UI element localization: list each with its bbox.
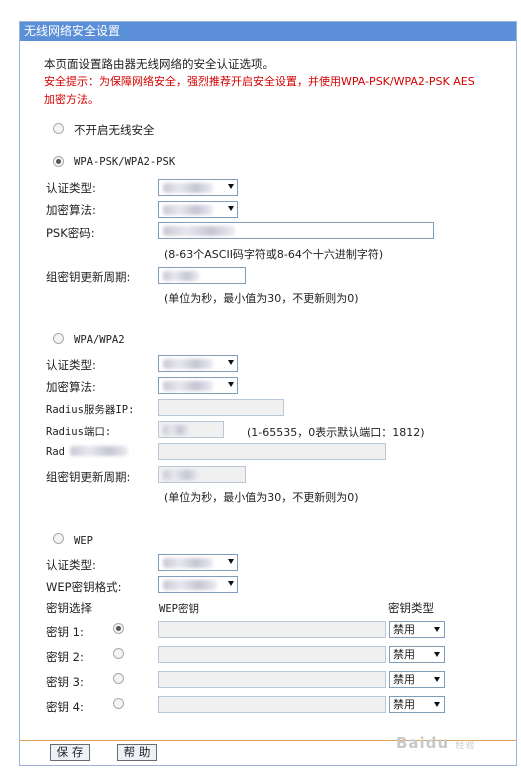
wep-key-3-type-select[interactable]: 禁用 xyxy=(389,671,445,688)
radius-port-input[interactable] xyxy=(158,421,224,438)
wep-format-select[interactable] xyxy=(158,576,238,593)
psk-password-input[interactable] xyxy=(158,222,434,239)
wpa-renew-input[interactable] xyxy=(158,466,246,483)
watermark-logo: Baidu 经验 xyxy=(396,734,475,752)
wep-key-2-input[interactable] xyxy=(158,646,386,663)
wep-key-4-input[interactable] xyxy=(158,696,386,713)
radius-port-hint: (1-65535，0表示默认端口：1812) xyxy=(247,426,425,439)
help-button[interactable]: 帮 助 xyxy=(117,744,157,761)
wpa-auth-select[interactable] xyxy=(158,355,238,372)
wpa-renew-label: 组密钥更新周期: xyxy=(46,470,131,484)
wpa-encrypt-label: 加密算法: xyxy=(46,380,96,394)
wep-key-4-type-select[interactable]: 禁用 xyxy=(389,696,445,713)
wpa-psk-renew-hint: (单位为秒，最小值为30，不更新则为0) xyxy=(164,292,359,305)
option-wep-label: WEP xyxy=(74,535,93,547)
wep-key-1-label: 密钥 1: xyxy=(46,625,84,639)
col-wep-key: WEP密钥 xyxy=(159,603,199,615)
option-wpa-psk-label: WPA-PSK/WPA2-PSK xyxy=(74,156,176,168)
wpa-auth-label: 认证类型: xyxy=(46,358,96,372)
radius-password-input[interactable] xyxy=(158,443,386,460)
wep-key-1-radio[interactable] xyxy=(113,623,124,634)
wpa-psk-renew-input[interactable] xyxy=(158,267,246,284)
option-wpa-label: WPA/WPA2 xyxy=(74,334,125,346)
wep-key-1-type-select[interactable]: 禁用 xyxy=(389,621,445,638)
wep-key-2-type-value: 禁用 xyxy=(393,648,415,661)
wep-key-4-label: 密钥 4: xyxy=(46,700,84,714)
security-warning-line2: 加密方法。 xyxy=(44,93,99,106)
psk-password-hint: (8-63个ASCII码字符或8-64个十六进制字符) xyxy=(164,248,384,261)
radio-wep[interactable] xyxy=(53,533,64,544)
page-description: 本页面设置路由器无线网络的安全认证选项。 xyxy=(44,57,274,71)
radius-ip-label: Radius服务器IP: xyxy=(46,404,135,416)
wpa-psk-encrypt-select[interactable] xyxy=(158,201,238,218)
watermark-sub: 经验 xyxy=(455,741,476,751)
wep-key-1-input[interactable] xyxy=(158,621,386,638)
wep-auth-select[interactable] xyxy=(158,554,238,571)
wireless-security-panel: 无线网络安全设置 本页面设置路由器无线网络的安全认证选项。 安全提示：为保障网络… xyxy=(19,21,517,766)
radio-wpa-psk[interactable] xyxy=(53,156,64,167)
wpa-encrypt-select[interactable] xyxy=(158,377,238,394)
save-button[interactable]: 保 存 xyxy=(50,744,90,761)
wep-key-1-type-value: 禁用 xyxy=(393,623,415,636)
radius-port-label: Radius端口: xyxy=(46,426,112,438)
window-title: 无线网络安全设置 xyxy=(20,22,516,41)
wep-key-4-radio[interactable] xyxy=(113,698,124,709)
wep-key-2-type-select[interactable]: 禁用 xyxy=(389,646,445,663)
psk-password-label: PSK密码: xyxy=(46,226,95,240)
watermark-brand: Bai xyxy=(396,734,426,752)
option-no-security-label: 不开启无线安全 xyxy=(74,123,155,137)
wpa-psk-renew-label: 组密钥更新周期: xyxy=(46,270,131,284)
wep-key-2-radio[interactable] xyxy=(113,648,124,659)
security-warning-line1: 安全提示：为保障网络安全，强烈推荐开启安全设置，并使用WPA-PSK/WPA2-… xyxy=(44,75,475,88)
wep-key-3-label: 密钥 3: xyxy=(46,675,84,689)
wep-auth-label: 认证类型: xyxy=(46,558,96,572)
watermark-brand-suffix: du xyxy=(425,734,450,752)
col-key-type: 密钥类型 xyxy=(388,601,434,615)
wpa-psk-auth-select[interactable] xyxy=(158,179,238,196)
wpa-psk-encrypt-label: 加密算法: xyxy=(46,203,96,217)
radio-wpa[interactable] xyxy=(53,333,64,344)
wep-format-label: WEP密钥格式: xyxy=(46,580,122,594)
radius-ip-input[interactable] xyxy=(158,399,284,416)
radio-no-security[interactable] xyxy=(53,123,64,134)
wpa-psk-auth-label: 认证类型: xyxy=(46,181,96,195)
wep-key-4-type-value: 禁用 xyxy=(393,698,415,711)
radius-password-label: Rad xyxy=(46,446,65,458)
wep-key-3-input[interactable] xyxy=(158,671,386,688)
wpa-renew-hint: (单位为秒，最小值为30，不更新则为0) xyxy=(164,491,359,504)
radius-password-label-obscured xyxy=(70,446,130,457)
wep-key-3-radio[interactable] xyxy=(113,673,124,684)
wep-key-3-type-value: 禁用 xyxy=(393,673,415,686)
col-key-select: 密钥选择 xyxy=(46,601,92,615)
wep-key-2-label: 密钥 2: xyxy=(46,650,84,664)
